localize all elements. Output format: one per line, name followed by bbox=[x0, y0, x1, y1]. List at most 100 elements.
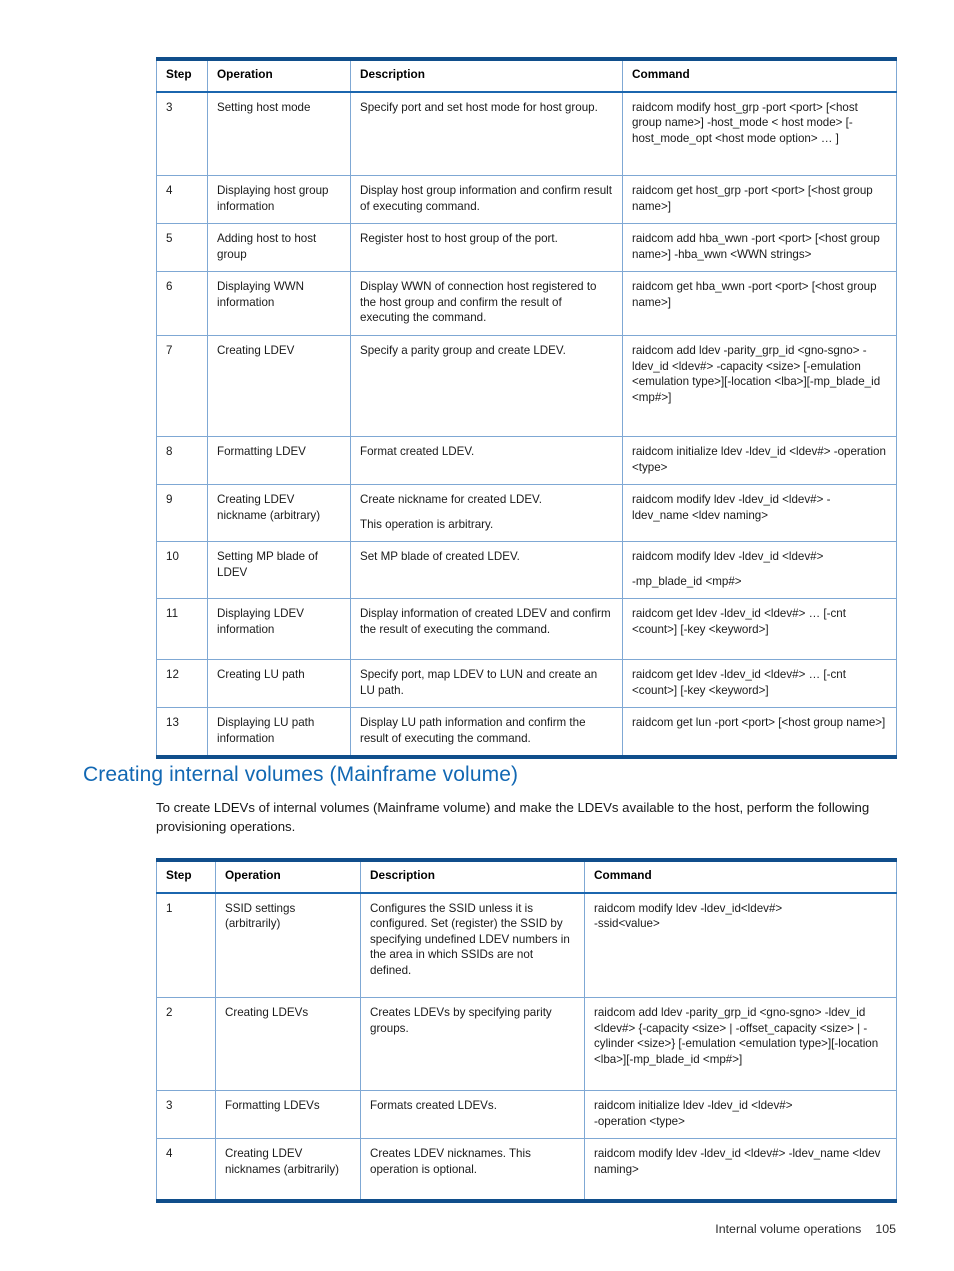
table-body: 1 SSID settings (arbitrarily) Configures… bbox=[156, 892, 897, 1202]
table-body: 3 Setting host mode Specify port and set… bbox=[156, 91, 897, 758]
cell-description: Create nickname for created LDEV. This o… bbox=[350, 484, 623, 543]
cell-command: raidcom initialize ldev -ldev_id <ldev#>… bbox=[584, 1090, 897, 1140]
cell-command: raidcom get ldev -ldev_id <ldev#> … [-cn… bbox=[622, 598, 897, 661]
cell-description: Register host to host group of the port. bbox=[350, 223, 623, 273]
table-header: Step Operation Description Command bbox=[156, 58, 897, 93]
table-row: 3 Formatting LDEVs Formats created LDEVs… bbox=[156, 1090, 897, 1140]
cell-step: 2 bbox=[156, 997, 216, 1092]
cell-description: Set MP blade of created LDEV. bbox=[350, 541, 623, 600]
table-row: 3 Setting host mode Specify port and set… bbox=[156, 91, 897, 177]
cell-command: raidcom modify ldev -ldev_id <ldev#> -ld… bbox=[584, 1138, 897, 1202]
description-line: This operation is arbitrary. bbox=[360, 517, 494, 531]
cell-operation: Creating LU path bbox=[207, 659, 351, 709]
command-line: raidcom initialize ldev -ldev_id <ldev#> bbox=[594, 1099, 793, 1113]
column-header-step: Step bbox=[156, 859, 216, 894]
cell-command: raidcom initialize ldev -ldev_id <ldev#>… bbox=[622, 436, 897, 486]
cell-operation: Creating LDEV bbox=[207, 335, 351, 438]
table-row: 9 Creating LDEV nickname (arbitrary) Cre… bbox=[156, 484, 897, 543]
cell-command: raidcom modify host_grp -port <port> [<h… bbox=[622, 91, 897, 177]
column-header-operation: Operation bbox=[215, 859, 361, 894]
column-header-command: Command bbox=[622, 58, 897, 93]
table-row: 1 SSID settings (arbitrarily) Configures… bbox=[156, 892, 897, 999]
cell-description: Configures the SSID unless it is configu… bbox=[360, 892, 585, 999]
cell-description: Specify port and set host mode for host … bbox=[350, 91, 623, 177]
cell-command: raidcom add ldev -parity_grp_id <gno-sgn… bbox=[622, 335, 897, 438]
table-header: Step Operation Description Command bbox=[156, 859, 897, 894]
table-row: 4 Creating LDEV nicknames (arbitrarily) … bbox=[156, 1138, 897, 1202]
cell-step: 3 bbox=[156, 1090, 216, 1140]
cell-step: 5 bbox=[156, 223, 208, 273]
table-row: 7 Creating LDEV Specify a parity group a… bbox=[156, 335, 897, 438]
cell-description: Formats created LDEVs. bbox=[360, 1090, 585, 1140]
table-row: 6 Displaying WWN information Display WWN… bbox=[156, 271, 897, 337]
cell-operation: Displaying WWN information bbox=[207, 271, 351, 337]
table-row: 11 Displaying LDEV information Display i… bbox=[156, 598, 897, 661]
cell-operation: Creating LDEV nickname (arbitrary) bbox=[207, 484, 351, 543]
column-header-description: Description bbox=[360, 859, 585, 894]
steps-table-open-volume: Step Operation Description Command 3 Set… bbox=[156, 57, 897, 760]
cell-description: Specify port, map LDEV to LUN and create… bbox=[350, 659, 623, 709]
cell-step: 4 bbox=[156, 175, 208, 225]
cell-step: 10 bbox=[156, 541, 208, 600]
page-title: Creating internal volumes (Mainframe vol… bbox=[83, 763, 519, 786]
cell-description: Display WWN of connection host registere… bbox=[350, 271, 623, 337]
command-line: raidcom modify ldev -ldev_id<ldev#> bbox=[594, 901, 783, 915]
cell-description: Creates LDEVs by specifying parity group… bbox=[360, 997, 585, 1092]
cell-step: 11 bbox=[156, 598, 208, 661]
table-row: 8 Formatting LDEV Format created LDEV. r… bbox=[156, 436, 897, 486]
command-line: -ssid<value> bbox=[594, 917, 660, 931]
cell-description: Display information of created LDEV and … bbox=[350, 598, 623, 661]
cell-step: 3 bbox=[156, 91, 208, 177]
cell-step: 4 bbox=[156, 1138, 216, 1202]
column-header-step: Step bbox=[156, 58, 208, 93]
cell-command: raidcom modify ldev -ldev_id <ldev#> -ld… bbox=[622, 484, 897, 543]
table-row: 10 Setting MP blade of LDEV Set MP blade… bbox=[156, 541, 897, 600]
description-line: Create nickname for created LDEV. bbox=[360, 493, 542, 507]
cell-operation: Adding host to host group bbox=[207, 223, 351, 273]
cell-step: 8 bbox=[156, 436, 208, 486]
cell-description: Display host group information and confi… bbox=[350, 175, 623, 225]
footer-page-number: 105 bbox=[875, 1222, 896, 1236]
page-footer: Internal volume operations 105 bbox=[0, 1222, 896, 1236]
cell-command: raidcom modify ldev -ldev_id<ldev#> -ssi… bbox=[584, 892, 897, 999]
cell-operation: Setting MP blade of LDEV bbox=[207, 541, 351, 600]
cell-step: 6 bbox=[156, 271, 208, 337]
cell-description: Creates LDEV nicknames. This operation i… bbox=[360, 1138, 585, 1202]
cell-operation: Displaying host group information bbox=[207, 175, 351, 225]
cell-operation: SSID settings (arbitrarily) bbox=[215, 892, 361, 999]
cell-description: Format created LDEV. bbox=[350, 436, 623, 486]
cell-operation: Creating LDEV nicknames (arbitrarily) bbox=[215, 1138, 361, 1202]
cell-step: 7 bbox=[156, 335, 208, 438]
cell-step: 12 bbox=[156, 659, 208, 709]
cell-operation: Formatting LDEV bbox=[207, 436, 351, 486]
cell-command: raidcom get ldev -ldev_id <ldev#> … [-cn… bbox=[622, 659, 897, 709]
column-header-command: Command bbox=[584, 859, 897, 894]
table-row: 5 Adding host to host group Register hos… bbox=[156, 223, 897, 273]
command-line: -operation <type> bbox=[594, 1114, 685, 1128]
cell-command: raidcom add hba_wwn -port <port> [<host … bbox=[622, 223, 897, 273]
cell-operation: Displaying LU path information bbox=[207, 707, 351, 758]
document-page: Step Operation Description Command 3 Set… bbox=[0, 0, 954, 1271]
cell-operation: Displaying LDEV information bbox=[207, 598, 351, 661]
cell-step: 1 bbox=[156, 892, 216, 999]
table-row: 2 Creating LDEVs Creates LDEVs by specif… bbox=[156, 997, 897, 1092]
table-header-row: Step Operation Description Command bbox=[156, 58, 897, 93]
cell-operation: Creating LDEVs bbox=[215, 997, 361, 1092]
cell-command: raidcom get host_grp -port <port> [<host… bbox=[622, 175, 897, 225]
command-line: -mp_blade_id <mp#> bbox=[632, 574, 742, 588]
table-row: 4 Displaying host group information Disp… bbox=[156, 175, 897, 225]
table-row: 13 Displaying LU path information Displa… bbox=[156, 707, 897, 758]
table-row: 12 Creating LU path Specify port, map LD… bbox=[156, 659, 897, 709]
column-header-operation: Operation bbox=[207, 58, 351, 93]
steps-table-mainframe-volume: Step Operation Description Command 1 SSI… bbox=[156, 858, 897, 1203]
cell-step: 13 bbox=[156, 707, 208, 758]
footer-section-label: Internal volume operations bbox=[715, 1222, 862, 1236]
cell-operation: Formatting LDEVs bbox=[215, 1090, 361, 1140]
cell-operation: Setting host mode bbox=[207, 91, 351, 177]
section-intro-paragraph: To create LDEVs of internal volumes (Mai… bbox=[156, 800, 870, 834]
cell-description: Display LU path information and confirm … bbox=[350, 707, 623, 758]
cell-step: 9 bbox=[156, 484, 208, 543]
cell-command: raidcom add ldev -parity_grp_id <gno-sgn… bbox=[584, 997, 897, 1092]
